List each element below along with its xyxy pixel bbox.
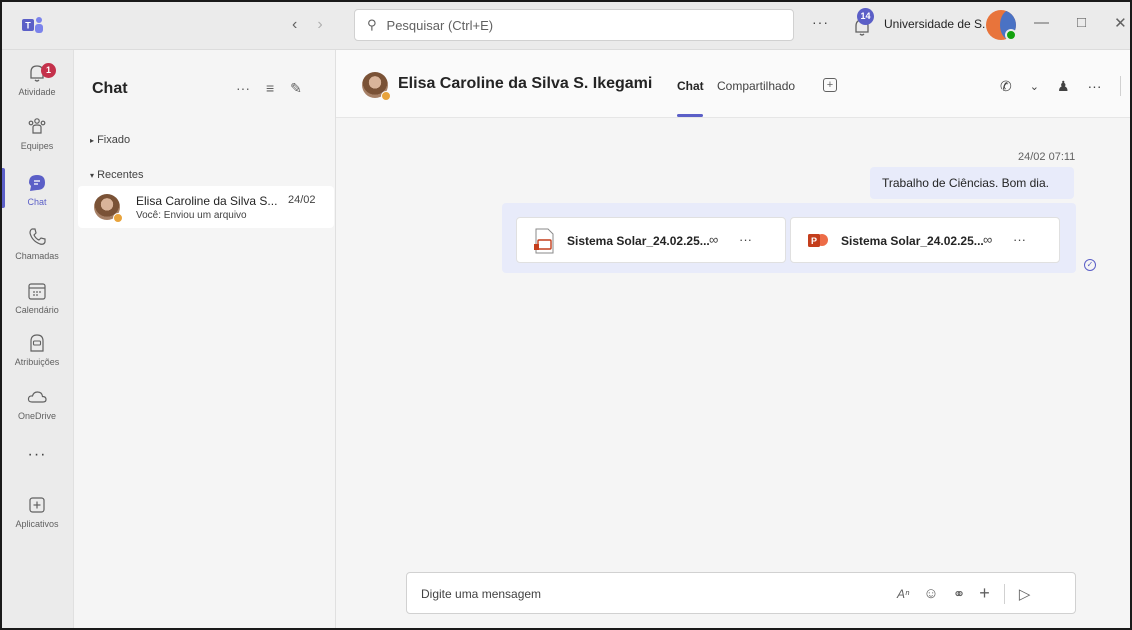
rail-label: Atividade bbox=[18, 87, 56, 97]
list-title: Chat bbox=[92, 80, 128, 97]
divider bbox=[1119, 76, 1121, 96]
rail-item-activity[interactable]: Atividade bbox=[2, 62, 72, 97]
loop-icon[interactable]: ⚭ bbox=[953, 585, 966, 603]
rail-item-chat[interactable]: Chat bbox=[2, 172, 72, 207]
rail-label: Equipes bbox=[20, 141, 54, 151]
close-icon[interactable]: ✕ bbox=[1114, 14, 1127, 32]
app-rail: Atividade 1 Equipes Chat Chamadas Calend… bbox=[2, 50, 74, 628]
notification-badge: 14 bbox=[857, 8, 874, 25]
phone-icon bbox=[29, 228, 46, 245]
svg-text:T: T bbox=[25, 21, 31, 31]
section-label: Fixado bbox=[97, 134, 131, 146]
more-options-icon[interactable]: ··· bbox=[812, 14, 829, 30]
message-timestamp: 24/02 07:11 bbox=[1018, 151, 1076, 163]
section-pinned[interactable]: ▸ Fixado bbox=[90, 134, 130, 146]
add-tab-icon[interactable]: + bbox=[823, 78, 837, 92]
rail-item-calendar[interactable]: Calendário bbox=[2, 280, 72, 315]
svg-text:P: P bbox=[811, 236, 817, 246]
format-icon[interactable]: Aⁿ bbox=[897, 587, 909, 601]
more-options-icon[interactable]: ··· bbox=[1013, 232, 1026, 247]
presence-away-icon bbox=[113, 213, 123, 223]
people-icon[interactable]: ♟ bbox=[1057, 78, 1070, 95]
message-bubble[interactable]: Trabalho de Ciências. Bom dia. bbox=[870, 167, 1074, 199]
chevron-down-icon[interactable]: ⌄ bbox=[1030, 80, 1039, 93]
rail-item-teams[interactable]: Equipes bbox=[2, 116, 72, 151]
attachments-bubble: Sistema Solar_24.02.25... ∞ ··· P Sistem… bbox=[502, 203, 1076, 273]
search-input[interactable]: ⚲ Pesquisar (Ctrl+E) bbox=[354, 9, 794, 41]
more-apps-icon[interactable]: ··· bbox=[2, 446, 72, 464]
more-options-icon[interactable]: ··· bbox=[739, 232, 752, 247]
contact-name[interactable]: Elisa Caroline da Silva S. Ikegami bbox=[398, 75, 652, 93]
filter-icon[interactable]: ≡ bbox=[266, 80, 274, 97]
powerpoint-icon: P bbox=[808, 234, 828, 247]
chat-item-preview: Você: Enviou um arquivo bbox=[136, 210, 247, 221]
cloud-icon bbox=[27, 391, 47, 403]
chat-list-pane: Chat ··· ≡ ✎ ▸ Fixado ▾ Recentes Elisa C… bbox=[74, 50, 336, 628]
teams-logo-icon[interactable]: T bbox=[22, 16, 44, 36]
rail-item-assignments[interactable]: Atribuições bbox=[2, 332, 72, 367]
tab-chat[interactable]: Chat bbox=[677, 79, 704, 93]
link-icon[interactable]: ∞ bbox=[709, 232, 718, 247]
apps-icon bbox=[29, 497, 45, 513]
more-options-icon[interactable]: ··· bbox=[1088, 78, 1102, 94]
file-name: Sistema Solar_24.02.25... bbox=[567, 234, 710, 248]
message-composer[interactable]: Digite uma mensagem Aⁿ ☺ ⚭ + ▷ bbox=[406, 572, 1076, 614]
chat-item-name: Elisa Caroline da Silva S... bbox=[136, 194, 278, 208]
rail-label: Calendário bbox=[15, 305, 59, 315]
rail-label: OneDrive bbox=[17, 411, 56, 421]
caret-down-icon: ▾ bbox=[90, 171, 95, 180]
rail-item-calls[interactable]: Chamadas bbox=[2, 226, 72, 261]
emoji-icon[interactable]: ☺ bbox=[923, 585, 938, 602]
more-options-icon[interactable]: ··· bbox=[236, 80, 250, 97]
plus-icon[interactable]: + bbox=[979, 583, 990, 604]
send-icon[interactable]: ▷ bbox=[1019, 585, 1031, 603]
section-label: Recentes bbox=[97, 169, 144, 181]
presence-away-icon bbox=[381, 91, 391, 101]
composer-placeholder: Digite uma mensagem bbox=[421, 587, 542, 601]
back-arrow-icon[interactable]: ‹ bbox=[292, 16, 297, 34]
divider bbox=[1003, 583, 1005, 604]
rail-label: Atribuições bbox=[14, 357, 60, 367]
rail-label: Aplicativos bbox=[15, 519, 59, 529]
file-name: Sistema Solar_24.02.25... bbox=[841, 234, 984, 248]
chat-list-item[interactable]: Elisa Caroline da Silva S... 24/02 Você:… bbox=[78, 186, 334, 228]
chat-icon bbox=[29, 175, 45, 191]
search-placeholder: Pesquisar (Ctrl+E) bbox=[386, 17, 494, 33]
calendar-icon bbox=[28, 283, 46, 300]
rail-label: Chamadas bbox=[15, 251, 59, 261]
org-name[interactable]: Universidade de S... bbox=[884, 17, 992, 31]
activity-badge: 1 bbox=[41, 63, 56, 78]
conversation-header: Elisa Caroline da Silva S. Ikegami Chat … bbox=[336, 50, 1130, 118]
teams-window: T ‹ › ⚲ Pesquisar (Ctrl+E) ··· 14 Univer… bbox=[0, 0, 1132, 630]
rail-item-apps[interactable]: Aplicativos bbox=[2, 494, 72, 529]
conversation-pane: Elisa Caroline da Silva S. Ikegami Chat … bbox=[336, 50, 1130, 628]
maximize-icon[interactable]: □ bbox=[1077, 14, 1086, 32]
teams-icon bbox=[28, 118, 46, 134]
file-card[interactable]: Sistema Solar_24.02.25... ∞ ··· bbox=[516, 217, 786, 263]
active-tab-indicator bbox=[677, 114, 703, 117]
file-card[interactable]: P Sistema Solar_24.02.25... ∞ ··· bbox=[790, 217, 1060, 263]
presentation-file-icon bbox=[534, 228, 554, 254]
rail-label: Chat bbox=[27, 197, 47, 207]
assignments-icon bbox=[30, 334, 44, 352]
read-receipt-icon: ✓ bbox=[1084, 259, 1096, 271]
chat-item-date: 24/02 bbox=[288, 194, 316, 206]
presence-available-icon bbox=[1005, 29, 1017, 41]
section-recent[interactable]: ▾ Recentes bbox=[90, 169, 144, 181]
tab-shared[interactable]: Compartilhado bbox=[717, 79, 795, 93]
forward-arrow-icon[interactable]: › bbox=[317, 16, 322, 34]
minimize-icon[interactable]: — bbox=[1034, 14, 1049, 32]
link-icon[interactable]: ∞ bbox=[983, 232, 992, 247]
search-icon: ⚲ bbox=[367, 17, 377, 32]
caret-right-icon: ▸ bbox=[90, 136, 95, 145]
phone-icon[interactable]: ✆ bbox=[1000, 78, 1012, 95]
title-bar: T ‹ › ⚲ Pesquisar (Ctrl+E) ··· 14 Univer… bbox=[2, 2, 1130, 50]
rail-item-onedrive[interactable]: OneDrive bbox=[2, 386, 72, 421]
new-chat-icon[interactable]: ✎ bbox=[290, 80, 302, 97]
